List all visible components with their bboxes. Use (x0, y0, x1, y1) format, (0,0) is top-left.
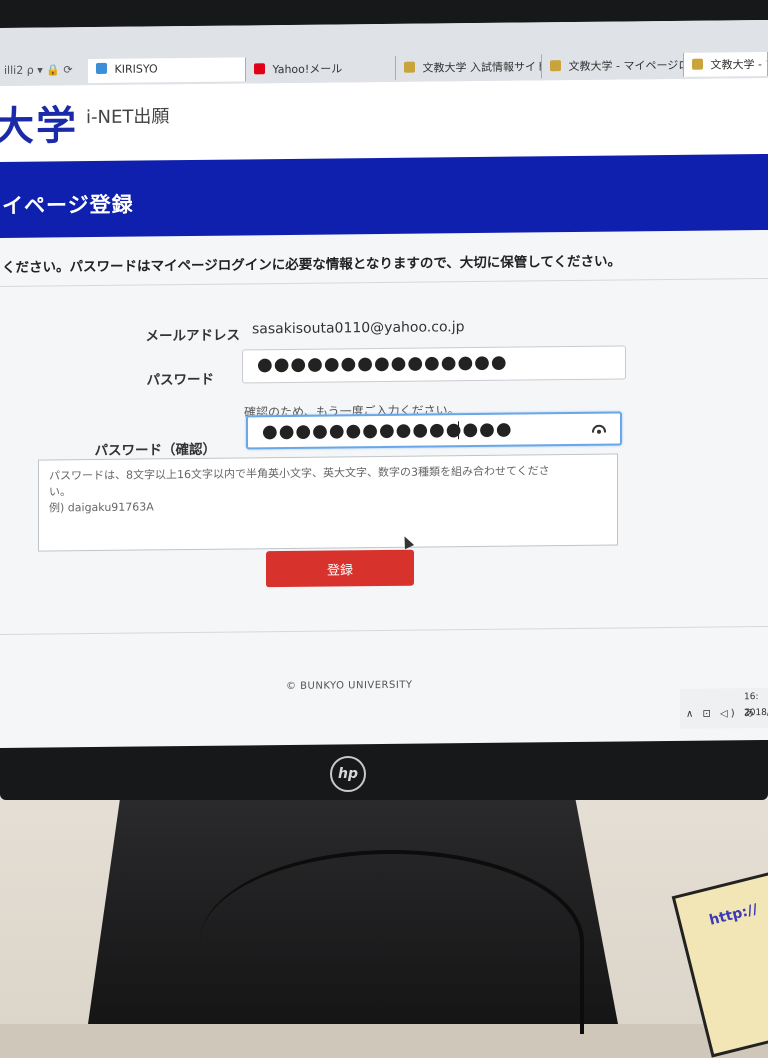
card-text: http:// (708, 901, 760, 928)
page-title: イページ登録 (2, 189, 134, 220)
tab-label: KIRISYO (115, 62, 158, 75)
confirm-password-label: パスワード（確認） (40, 438, 216, 460)
university-name[interactable]: 大学 (0, 93, 78, 152)
hp-logo-icon: hp (330, 756, 366, 792)
tab-label: 文教大学 - マイページログイン (569, 58, 685, 73)
tab-bunkyo-admissions[interactable]: 文教大学 入試情報サイト (396, 54, 542, 80)
tab-bunkyo-mypage[interactable]: 文教大学 - マイ (684, 52, 768, 77)
copyright: © BUNKYO UNIVERSITY (286, 680, 413, 692)
system-name: i-NET出願 (86, 102, 169, 129)
divider (0, 626, 768, 635)
page-title-bar: イページ登録 (0, 154, 768, 238)
instruction-text: ください。パスワードはマイページログインに必要な情報となりますので、大切に保管し… (2, 249, 621, 275)
tab-label: Yahoo!メール (273, 62, 343, 76)
tab-kirisyo[interactable]: KIRISYO (88, 57, 246, 83)
address-bar-fragment[interactable]: illi2 ρ ▾ 🔒 ⟳ (4, 63, 73, 77)
email-label: メールアドレス (60, 323, 240, 345)
reveal-password-icon[interactable] (592, 425, 606, 433)
monitor: hp illi2 ρ ▾ 🔒 ⟳ KIRISYO Yahoo!メール 文教大学 … (0, 0, 768, 800)
tab-label: 文教大学 入試情報サイト (423, 60, 543, 74)
browser-tab-bar: illi2 ρ ▾ 🔒 ⟳ KIRISYO Yahoo!メール 文教大学 入試情… (0, 20, 768, 87)
confirm-password-input[interactable]: ●●●●●●●●●●●●●●● (246, 411, 622, 449)
divider (0, 278, 768, 287)
password-rules-note: パスワードは、8文字以上16文字以内で半角英小文字、英大文字、数字の3種類を組み… (38, 454, 618, 552)
site-header: 大学 i-NET出願 (0, 78, 768, 162)
password-label: パスワード (60, 368, 214, 390)
tab-yahoo-mail[interactable]: Yahoo!メール (246, 56, 396, 82)
tab-label: 文教大学 - マイ (711, 58, 768, 72)
email-value: sasakisouta0110@yahoo.co.jp (252, 319, 465, 337)
ie-icon (96, 63, 107, 74)
cable (200, 850, 584, 1034)
text-caret (458, 421, 459, 439)
password-input[interactable]: ●●●●●●●●●●●●●●● (242, 345, 626, 383)
bunkyo-icon (550, 60, 561, 71)
tab-bunkyo-mypage-login[interactable]: 文教大学 - マイページログイン (542, 53, 684, 78)
taskbar-tray: ∧ ⊡ ◁) あ 16: 2018/1 (680, 688, 768, 729)
yahoo-icon (254, 63, 265, 74)
screen: illi2 ρ ▾ 🔒 ⟳ KIRISYO Yahoo!メール 文教大学 入試情… (0, 20, 768, 748)
confirm-password-value: ●●●●●●●●●●●●●●● (262, 419, 513, 443)
clock-time[interactable]: 16: (744, 692, 758, 702)
register-button[interactable]: 登録 (266, 550, 414, 588)
bunkyo-icon (404, 62, 415, 73)
clock-date[interactable]: 2018/1 (744, 708, 768, 718)
password-value: ●●●●●●●●●●●●●●● (257, 352, 508, 376)
bunkyo-icon (692, 59, 703, 70)
